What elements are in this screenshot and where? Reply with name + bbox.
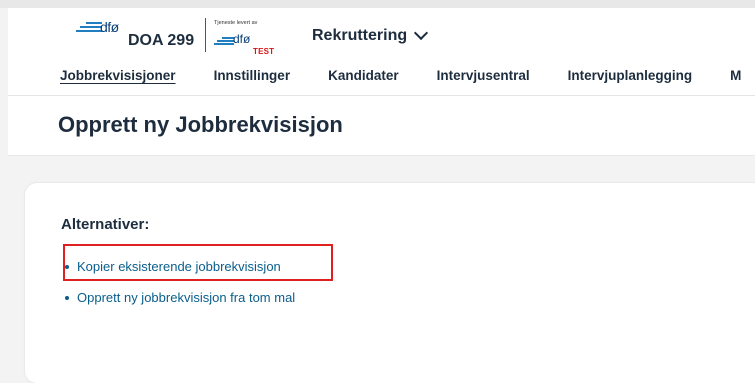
window-top-strip (0, 0, 755, 8)
logo-divider (205, 18, 206, 52)
environment-badge: TEST (253, 47, 275, 56)
logo-text: dfø (100, 19, 119, 35)
alternatives-list: Kopier eksisterende jobbrekvisisjon Oppr… (65, 259, 296, 321)
dfo-logo-icon (76, 20, 102, 36)
tab-kandidater[interactable]: Kandidater (328, 68, 399, 83)
alternatives-heading: Alternativer: (61, 216, 150, 233)
tenant-code: DOA 299 (128, 32, 195, 49)
tab-jobbrekvisisjoner[interactable]: Jobbrekvisisjoner (60, 68, 176, 83)
create-from-blank-label: Opprett ny jobbrekvisisjon fra tom mal (77, 290, 296, 305)
tab-more-truncated[interactable]: M (730, 68, 741, 83)
page-title-bar: Opprett ny Jobbrekvisisjon (8, 96, 755, 156)
copy-existing-link[interactable]: Kopier eksisterende jobbrekvisisjon (65, 259, 295, 290)
bullet-icon (65, 296, 69, 300)
alternatives-card: Alternativer: Kopier eksisterende jobbre… (25, 183, 755, 383)
chevron-down-icon (414, 25, 429, 41)
tab-intervjuplanlegging[interactable]: Intervjuplanlegging (568, 68, 693, 83)
app-header: dfø DOA 299 Tjeneste levert av dfø TEST … (8, 8, 755, 96)
tab-innstillinger[interactable]: Innstillinger (214, 68, 291, 83)
create-from-blank-link[interactable]: Opprett ny jobbrekvisisjon fra tom mal (65, 290, 296, 321)
app-menu-button[interactable]: Rekruttering (312, 25, 429, 45)
tab-intervjusentral[interactable]: Intervjusentral (437, 68, 530, 83)
copy-existing-label: Kopier eksisterende jobbrekvisisjon (77, 259, 281, 274)
bullet-icon (65, 265, 69, 269)
provider-logo-text: dfø (233, 32, 251, 46)
provider-logo-icon (214, 35, 234, 48)
main-navigation: Jobbrekvisisjoner Innstillinger Kandidat… (60, 68, 755, 83)
app-menu-label: Rekruttering (312, 27, 408, 44)
provided-by-label: Tjeneste levert av (214, 20, 258, 26)
page-title: Opprett ny Jobbrekvisisjon (58, 112, 343, 137)
